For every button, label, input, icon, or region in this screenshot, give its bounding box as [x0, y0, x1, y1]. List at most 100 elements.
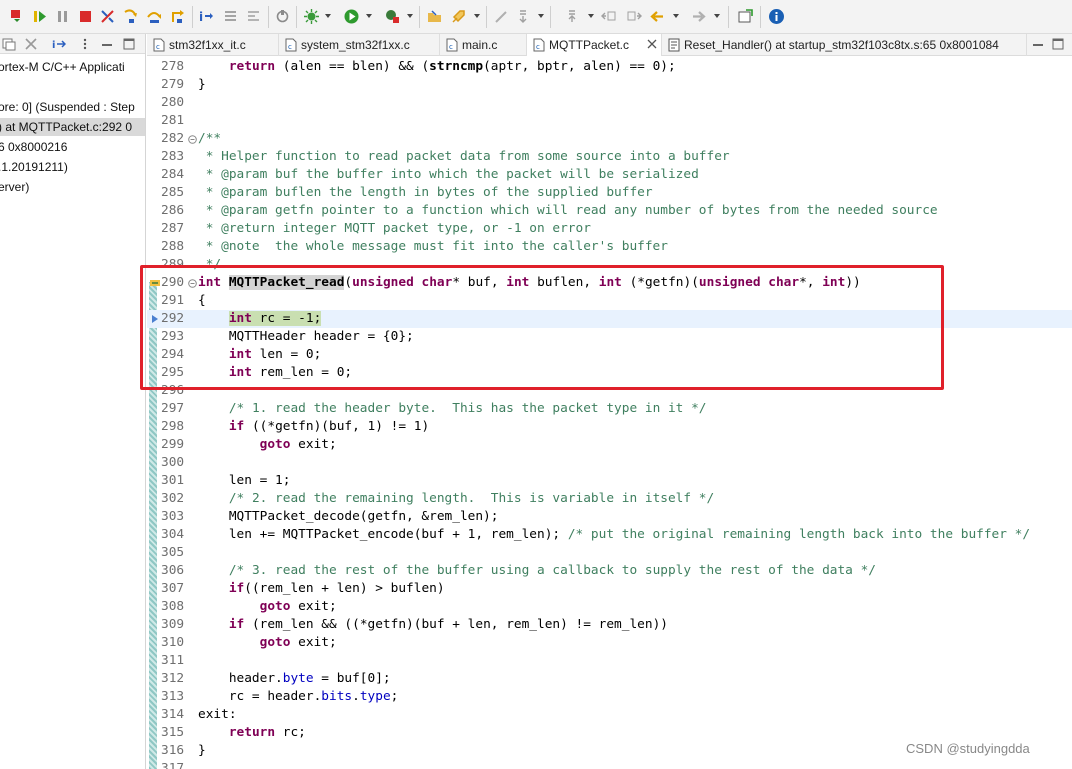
- code-line[interactable]: 299 goto exit;: [147, 436, 1072, 454]
- debug-icon[interactable]: [8, 8, 25, 25]
- editor-maximize-icon[interactable]: [1051, 37, 1065, 51]
- info-icon[interactable]: [768, 8, 785, 25]
- code-text: /**: [198, 131, 222, 146]
- debug-view-toolbar: i: [0, 34, 145, 54]
- maximize-icon[interactable]: [122, 37, 136, 51]
- editor-minimize-icon[interactable]: [1031, 37, 1045, 51]
- pen-icon[interactable]: [493, 8, 510, 25]
- view-menu-icon[interactable]: [78, 37, 92, 51]
- debug-launch-item[interactable]: ortex-M C/C++ Applicati: [0, 58, 145, 76]
- debug-process-item[interactable]: .1.20191211): [0, 158, 145, 176]
- forward-edit-icon[interactable]: [625, 8, 642, 25]
- debug-thread-item[interactable]: ore: 0] (Suspended : Step: [0, 98, 145, 116]
- code-text: MQTTPacket_decode(getfn, &rem_len);: [198, 509, 499, 524]
- code-line[interactable]: 288 * @note the whole message must fit i…: [147, 238, 1072, 256]
- code-line[interactable]: 283 * Helper function to read packet dat…: [147, 148, 1072, 166]
- code-line[interactable]: 285 * @param buflen the length in bytes …: [147, 184, 1072, 202]
- remove-all-terminated-icon[interactable]: [24, 37, 38, 51]
- code-line[interactable]: 298 if ((*getfn)(buf, 1) != 1): [147, 418, 1072, 436]
- code-line[interactable]: 291 {: [147, 292, 1072, 310]
- svg-text:c: c: [449, 43, 453, 51]
- resume-icon[interactable]: [31, 8, 48, 25]
- instruction-stepping-icon[interactable]: i: [52, 37, 66, 51]
- code-line[interactable]: 297 /* 1. read the header byte. This has…: [147, 400, 1072, 418]
- code-line[interactable]: 309 if (rem_len && ((*getfn)(buf + len, …: [147, 616, 1072, 634]
- reset-icon[interactable]: [245, 8, 262, 25]
- code-line[interactable]: 307 if((rem_len + len) > buflen): [147, 580, 1072, 598]
- debug-stack-frame[interactable]: 6 0x8000216: [0, 138, 145, 156]
- back-icon[interactable]: [649, 8, 666, 25]
- fold-toggle-icon[interactable]: [188, 279, 197, 288]
- run-icon[interactable]: [343, 8, 360, 25]
- code-line-current[interactable]: 292 int rc = -1;: [147, 310, 1072, 328]
- rocket-icon[interactable]: [450, 8, 467, 25]
- forward-icon[interactable]: [690, 8, 707, 25]
- code-line[interactable]: 287 * @return integer MQTT packet type, …: [147, 220, 1072, 238]
- code-line[interactable]: 305: [147, 544, 1072, 562]
- open-folder-icon[interactable]: [426, 8, 443, 25]
- code-line[interactable]: 314 exit:: [147, 706, 1072, 724]
- code-line[interactable]: 296: [147, 382, 1072, 400]
- terminate-icon[interactable]: [77, 8, 94, 25]
- code-line[interactable]: 281: [147, 112, 1072, 130]
- suspend-icon[interactable]: [54, 8, 71, 25]
- code-line[interactable]: 289 */: [147, 256, 1072, 274]
- instruction-stepping-icon[interactable]: i: [198, 8, 215, 25]
- code-line[interactable]: 303 MQTTPacket_decode(getfn, &rem_len);: [147, 508, 1072, 526]
- line-number: 302: [161, 491, 185, 506]
- collapse-icon[interactable]: [2, 37, 16, 51]
- code-line[interactable]: 279}: [147, 76, 1072, 94]
- tab-stm32f1xx-it[interactable]: c stm32f1xx_it.c: [147, 34, 279, 56]
- code-line[interactable]: 293 MQTTHeader header = {0};: [147, 328, 1072, 346]
- code-line[interactable]: 278 return (alen == blen) && (strncmp(ap…: [147, 58, 1072, 76]
- code-line[interactable]: 308 goto exit;: [147, 598, 1072, 616]
- code-text: * Helper function to read packet data fr…: [198, 149, 730, 164]
- line-number: 301: [161, 473, 185, 488]
- code-line[interactable]: 317: [147, 760, 1072, 769]
- code-line[interactable]: 284 * @param buf the buffer into which t…: [147, 166, 1072, 184]
- code-line[interactable]: 310 goto exit;: [147, 634, 1072, 652]
- tab-system-stm32f1xx[interactable]: c system_stm32f1xx.c: [279, 34, 440, 56]
- step-into-icon[interactable]: [122, 8, 139, 25]
- code-line[interactable]: 311: [147, 652, 1072, 670]
- code-line[interactable]: 306 /* 3. read the rest of the buffer us…: [147, 562, 1072, 580]
- disconnect-icon[interactable]: [99, 8, 116, 25]
- code-editor[interactable]: 278 return (alen == blen) && (strncmp(ap…: [147, 56, 1072, 769]
- code-line[interactable]: 290 int MQTTPacket_read(unsigned char* bu…: [147, 274, 1072, 292]
- code-line[interactable]: 295 int rem_len = 0;: [147, 364, 1072, 382]
- tab-main[interactable]: c main.c: [440, 34, 527, 56]
- tab-reset-handler[interactable]: Reset_Handler() at startup_stm32f103c8tx…: [662, 34, 1027, 56]
- line-number: 297: [161, 401, 185, 416]
- step-return-icon[interactable]: [169, 8, 186, 25]
- up-arrow-icon[interactable]: [565, 8, 582, 25]
- code-line[interactable]: 282 /**: [147, 130, 1072, 148]
- debug-config-icon[interactable]: [303, 8, 320, 25]
- code-line[interactable]: 304 len += MQTTPacket_encode(buf + 1, re…: [147, 526, 1072, 544]
- debug-server-item[interactable]: erver): [0, 178, 145, 196]
- external-tools-icon[interactable]: [384, 8, 401, 25]
- back-edit-icon[interactable]: [601, 8, 618, 25]
- list-icon[interactable]: [222, 8, 239, 25]
- code-line[interactable]: 301 len = 1;: [147, 472, 1072, 490]
- code-text: return (alen == blen) && (strncmp(aptr, …: [228, 59, 676, 74]
- new-window-icon[interactable]: [737, 8, 754, 25]
- restart-icon[interactable]: [274, 8, 291, 25]
- fold-toggle-icon[interactable]: [188, 135, 197, 144]
- line-number: 293: [161, 329, 185, 344]
- tab-label: Reset_Handler() at startup_stm32f103c8tx…: [684, 38, 999, 52]
- code-line[interactable]: 300: [147, 454, 1072, 472]
- code-line[interactable]: 294 int len = 0;: [147, 346, 1072, 364]
- step-over-icon[interactable]: [146, 8, 163, 25]
- debug-stack-frame-selected[interactable]: ) at MQTTPacket.c:292 0: [0, 118, 145, 136]
- minimize-icon[interactable]: [100, 37, 114, 51]
- close-icon[interactable]: [647, 39, 657, 49]
- code-text: if ((*getfn)(buf, 1) != 1): [228, 419, 430, 434]
- code-line[interactable]: 312 header.byte = buf[0];: [147, 670, 1072, 688]
- code-line[interactable]: 286 * @param getfn pointer to a function…: [147, 202, 1072, 220]
- down-arrow-icon[interactable]: [516, 8, 533, 25]
- code-line[interactable]: 315 return rc;: [147, 724, 1072, 742]
- code-line[interactable]: 280: [147, 94, 1072, 112]
- code-line[interactable]: 302 /* 2. read the remaining length. Thi…: [147, 490, 1072, 508]
- tab-mqttpacket[interactable]: c MQTTPacket.c: [527, 34, 662, 56]
- code-line[interactable]: 313 rc = header.bits.type;: [147, 688, 1072, 706]
